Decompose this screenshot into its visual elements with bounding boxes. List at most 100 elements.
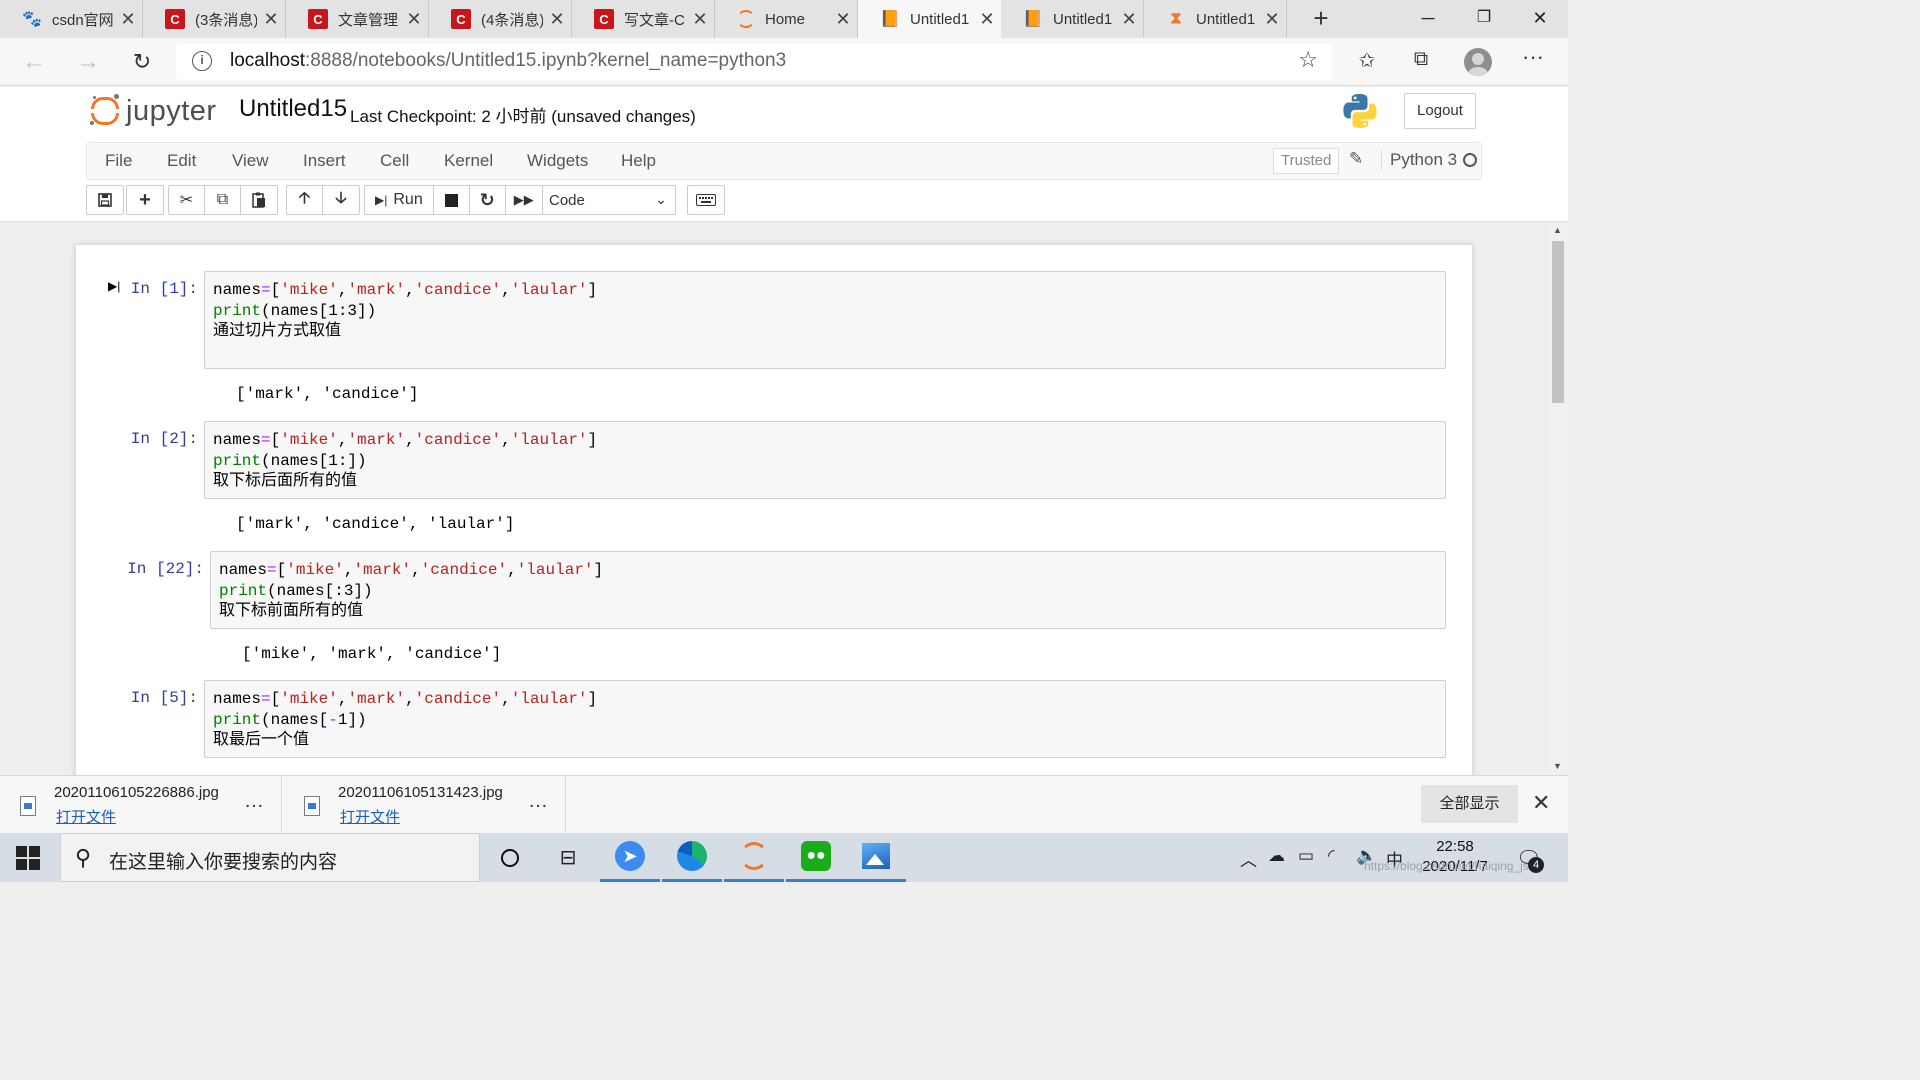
favorite-star-icon[interactable]: ☆ bbox=[1298, 47, 1318, 73]
download-item[interactable]: 20201106105226886.jpg 打开文件 … bbox=[0, 776, 282, 834]
code-input-area[interactable]: names=['mike','mark','candice','laular']… bbox=[204, 421, 1446, 499]
taskbar-search-box[interactable]: ⚲ 在这里输入你要搜索的内容 bbox=[60, 833, 480, 882]
download-more-icon[interactable]: … bbox=[528, 790, 548, 813]
tab-close-icon[interactable]: ✕ bbox=[829, 9, 857, 30]
url-text[interactable]: localhost:8888/notebooks/Untitled15.ipyn… bbox=[230, 50, 786, 72]
site-info-icon[interactable]: i bbox=[192, 51, 212, 71]
paste-icon[interactable] bbox=[241, 186, 277, 214]
browser-tab[interactable]: C 文章管理 ✕ bbox=[286, 0, 429, 38]
run-button[interactable]: ▶| Run bbox=[365, 186, 434, 214]
cell-type-select[interactable]: Code ⌄ bbox=[542, 185, 676, 215]
code-token: print bbox=[219, 581, 268, 600]
code-input-area[interactable]: names=['mike','mark','candice','laular']… bbox=[204, 271, 1446, 369]
scrollbar-thumb[interactable] bbox=[1552, 241, 1564, 403]
tab-close-icon[interactable]: ✕ bbox=[973, 9, 1001, 30]
vertical-scrollbar[interactable]: ▲ ▼ bbox=[1548, 223, 1568, 775]
favorites-icon[interactable]: ✩ bbox=[1352, 48, 1382, 73]
trusted-indicator[interactable]: Trusted bbox=[1273, 148, 1340, 174]
photos-app-icon[interactable] bbox=[846, 833, 906, 882]
interrupt-stop-icon[interactable] bbox=[434, 186, 470, 214]
menu-view[interactable]: View bbox=[232, 151, 269, 171]
window-close-button[interactable]: ✕ bbox=[1512, 0, 1568, 38]
copy-icon[interactable]: ⧉ bbox=[205, 186, 241, 214]
move-down-arrow-icon[interactable]: 🡣 bbox=[323, 186, 359, 214]
back-arrow-icon[interactable]: ← bbox=[16, 44, 52, 80]
hourglass-icon: ⧗ bbox=[1170, 10, 1182, 27]
onedrive-cloud-icon[interactable]: ☁ bbox=[1268, 846, 1285, 866]
code-input-area[interactable]: names=['mike','mark','candice','laular']… bbox=[210, 551, 1446, 629]
restart-run-all-icon[interactable]: ▶▶ bbox=[506, 186, 542, 214]
address-bar[interactable]: i localhost:8888/notebooks/Untitled15.ip… bbox=[176, 44, 1332, 80]
minimize-button[interactable]: ─ bbox=[1400, 0, 1456, 38]
windows-start-icon[interactable] bbox=[16, 846, 40, 870]
cut-scissors-icon[interactable]: ✂ bbox=[169, 186, 205, 214]
logout-button[interactable]: Logout bbox=[1404, 93, 1476, 129]
download-item[interactable]: 20201106105131423.jpg 打开文件 … bbox=[284, 776, 566, 834]
restore-button[interactable]: ❐ bbox=[1456, 0, 1512, 38]
menu-kernel[interactable]: Kernel bbox=[444, 151, 493, 171]
forward-arrow-icon[interactable]: → bbox=[70, 44, 106, 80]
code-token: , bbox=[405, 281, 415, 299]
move-up-arrow-icon[interactable]: 🡡 bbox=[287, 186, 323, 214]
browser-tab[interactable]: C 写文章-C ✕ bbox=[572, 0, 715, 38]
browser-tab[interactable]: 📙 Untitled1 ✕ bbox=[858, 0, 1001, 38]
browser-tab[interactable]: C (4条消息) ✕ bbox=[429, 0, 572, 38]
menu-edit[interactable]: Edit bbox=[167, 151, 196, 171]
tab-close-icon[interactable]: ✕ bbox=[257, 9, 285, 30]
new-tab-button[interactable]: + bbox=[1306, 0, 1336, 38]
show-all-downloads-button[interactable]: 全部显示 bbox=[1421, 785, 1518, 823]
browser-tab[interactable]: 📙 Untitled1 ✕ bbox=[1001, 0, 1144, 38]
tab-close-icon[interactable]: ✕ bbox=[543, 9, 571, 30]
collections-icon[interactable]: ⧉ bbox=[1406, 48, 1436, 71]
kernel-name[interactable]: Python 3 bbox=[1381, 150, 1457, 170]
wechat-icon[interactable]: ●● bbox=[786, 833, 846, 882]
jupyter-logo[interactable]: jupyter bbox=[90, 93, 217, 129]
tab-close-icon[interactable]: ✕ bbox=[114, 9, 142, 30]
browser-tab[interactable]: C (3条消息) ✕ bbox=[143, 0, 286, 38]
tab-title: Untitled1 bbox=[1196, 10, 1256, 28]
edge-browser-icon[interactable] bbox=[662, 833, 722, 882]
tab-close-icon[interactable]: ✕ bbox=[400, 9, 428, 30]
battery-icon[interactable]: ▭ bbox=[1298, 846, 1314, 866]
more-menu-icon[interactable]: ··· bbox=[1518, 44, 1548, 70]
edit-pencil-icon[interactable]: ✎ bbox=[1349, 149, 1363, 169]
task-view-icon[interactable]: ⊟ bbox=[538, 833, 598, 882]
menu-cell[interactable]: Cell bbox=[380, 151, 409, 171]
code-input-area[interactable]: names=['mike','mark','candice','laular']… bbox=[204, 680, 1446, 758]
open-file-link[interactable]: 打开文件 bbox=[340, 806, 400, 827]
menu-help[interactable]: Help bbox=[621, 151, 656, 171]
menu-insert[interactable]: Insert bbox=[303, 151, 346, 171]
code-token: 'mike' bbox=[280, 281, 338, 299]
refresh-icon[interactable]: ↻ bbox=[124, 44, 160, 80]
jupyter-app-icon[interactable] bbox=[724, 833, 784, 882]
browser-tab[interactable]: Home ✕ bbox=[715, 0, 858, 38]
scroll-down-arrow-icon[interactable]: ▼ bbox=[1553, 761, 1562, 771]
python-logo-icon bbox=[1343, 94, 1377, 128]
cell-type-value: Code bbox=[549, 192, 585, 209]
cortana-icon[interactable] bbox=[480, 833, 540, 882]
tab-close-icon[interactable]: ✕ bbox=[1115, 9, 1143, 30]
show-hidden-icons-icon[interactable]: ︿ bbox=[1240, 846, 1257, 871]
close-download-bar-icon[interactable]: ✕ bbox=[1532, 790, 1550, 816]
notebook-title[interactable]: Untitled15 bbox=[239, 95, 347, 123]
download-more-icon[interactable]: … bbox=[244, 790, 264, 813]
feishu-app-icon[interactable]: ➤ bbox=[600, 833, 660, 882]
save-icon[interactable] bbox=[87, 186, 123, 214]
browser-tab[interactable]: ⧗ Untitled1 ✕ bbox=[1144, 0, 1287, 38]
insert-cell-plus-icon[interactable]: + bbox=[127, 186, 163, 214]
browser-tab[interactable]: 🐾 csdn官网 ✕ bbox=[0, 0, 143, 38]
wifi-icon[interactable]: ◜ bbox=[1328, 846, 1335, 866]
code-line: print(names[:3]) bbox=[219, 581, 1437, 602]
open-file-link[interactable]: 打开文件 bbox=[56, 806, 116, 827]
profile-avatar[interactable] bbox=[1464, 48, 1492, 76]
scroll-up-arrow-icon[interactable]: ▲ bbox=[1553, 225, 1562, 235]
restart-kernel-icon[interactable]: ↻ bbox=[470, 186, 506, 214]
tab-close-icon[interactable]: ✕ bbox=[1258, 9, 1286, 30]
menu-file[interactable]: File bbox=[105, 151, 132, 171]
run-cell-icon[interactable]: ▶| bbox=[108, 279, 120, 293]
notebook-page: ▶| In [1]: names=['mike','mark','candice',… bbox=[76, 245, 1472, 775]
tab-close-icon[interactable]: ✕ bbox=[686, 9, 714, 30]
menu-widgets[interactable]: Widgets bbox=[527, 151, 588, 171]
code-token: = bbox=[261, 281, 271, 299]
keyboard-shortcuts-icon[interactable] bbox=[687, 185, 725, 215]
